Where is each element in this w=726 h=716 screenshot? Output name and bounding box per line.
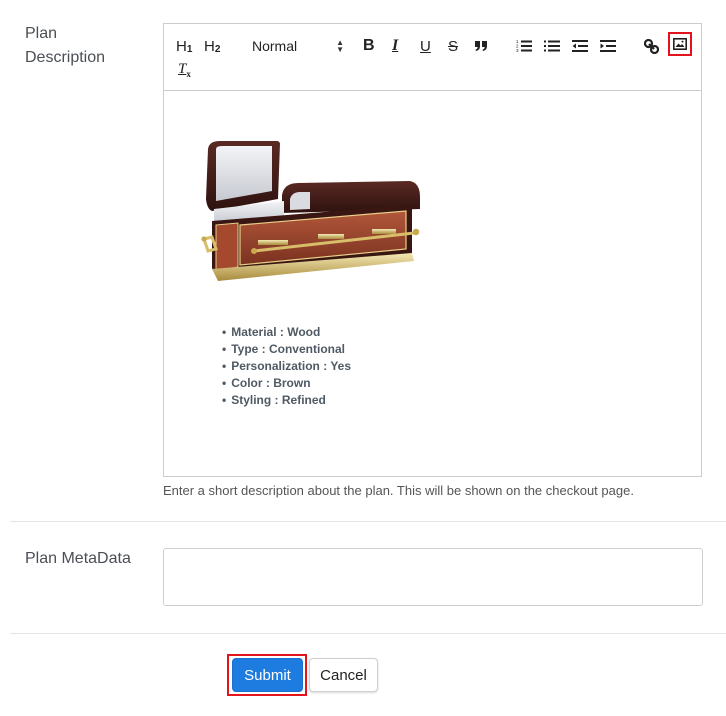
spec-item: Material : Wood xyxy=(222,324,351,341)
format-select-value: Normal xyxy=(252,38,298,54)
italic-button[interactable]: I xyxy=(392,35,398,57)
link-button[interactable] xyxy=(644,35,659,57)
heading2-letter: H xyxy=(204,37,215,55)
section-divider xyxy=(10,633,726,634)
image-button[interactable] xyxy=(672,34,688,54)
plan-description-editor: H1 H2 Normal ▲ ▼ B I U S 1 2 3 Tx • Mate… xyxy=(163,23,702,477)
heading2-icon: H2 xyxy=(204,38,220,55)
editor-content[interactable]: Material : Wood Type : Conventional Pers… xyxy=(164,91,701,476)
select-caret-icon: ▲ ▼ xyxy=(336,38,344,54)
ordered-list-icon: 1 2 3 xyxy=(516,39,532,53)
heading2-sub: 2 xyxy=(214,43,221,55)
svg-text:3: 3 xyxy=(516,48,519,53)
casket-product-image xyxy=(201,141,420,281)
heading2-button[interactable]: H2 xyxy=(204,35,220,57)
plan-metadata-input[interactable] xyxy=(163,548,703,606)
outdent-icon xyxy=(572,40,588,52)
plan-description-help-text: Enter a short description about the plan… xyxy=(163,483,634,498)
plan-form: Plan Description H1 H2 Normal ▲▼ B I U xyxy=(0,0,726,716)
strike-icon: S xyxy=(448,37,459,55)
blockquote-icon xyxy=(475,41,487,51)
clear-format-icon: Tx xyxy=(178,61,191,79)
underline-icon: U xyxy=(420,37,431,55)
spec-item: Color : Brown xyxy=(222,375,351,392)
indent-icon xyxy=(600,40,616,52)
section-divider xyxy=(10,521,726,522)
format-select[interactable]: Normal ▲ ▼ xyxy=(252,35,348,57)
spec-item: Type : Conventional xyxy=(222,341,351,358)
ordered-list-button[interactable]: 1 2 3 xyxy=(516,35,532,57)
heading1-icon: H1 xyxy=(176,38,192,55)
bullet-list-button[interactable] xyxy=(544,35,560,57)
editor-toolbar: H1 H2 Normal ▲ ▼ B I U S 1 2 3 Tx xyxy=(164,24,701,91)
plan-description-label: Plan Description xyxy=(25,25,106,66)
product-specs-list: Material : Wood Type : Conventional Pers… xyxy=(222,324,351,409)
plan-metadata-label: Plan MetaData xyxy=(25,550,131,567)
strike-button[interactable]: S xyxy=(448,35,458,57)
heading1-sub: 1 xyxy=(186,43,193,55)
outdent-button[interactable] xyxy=(572,35,588,57)
heading1-letter: H xyxy=(176,37,187,55)
bold-button[interactable]: B xyxy=(363,35,375,57)
cancel-button[interactable]: Cancel xyxy=(309,658,378,692)
bold-icon: B xyxy=(363,37,375,54)
blockquote-button[interactable] xyxy=(474,35,488,57)
image-icon xyxy=(673,38,687,50)
clear-format-button[interactable]: Tx xyxy=(178,59,191,81)
spec-item: Personalization : Yes xyxy=(222,358,351,375)
bullet-list-icon xyxy=(544,40,560,52)
submit-button[interactable]: Submit xyxy=(232,658,303,692)
indent-button[interactable] xyxy=(600,35,616,57)
heading1-button[interactable]: H1 xyxy=(176,35,192,57)
italic-icon: I xyxy=(392,37,399,54)
underline-button[interactable]: U xyxy=(420,35,431,57)
link-icon xyxy=(644,38,659,54)
spec-item: Styling : Refined xyxy=(222,392,351,409)
clear-format-sub: x xyxy=(186,69,191,79)
